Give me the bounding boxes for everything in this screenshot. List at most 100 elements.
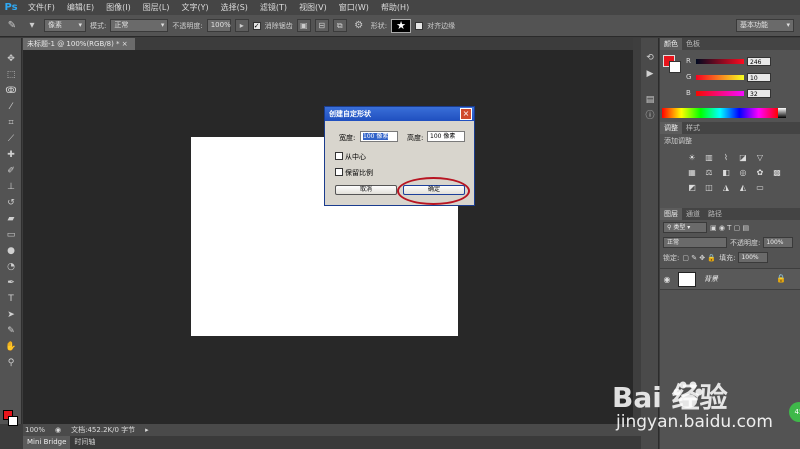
curves-icon[interactable]: ⌇ [720, 152, 732, 164]
posterize-icon[interactable]: ◫ [703, 182, 715, 194]
antialias-checkbox[interactable] [252, 21, 261, 30]
path-operations-button[interactable]: ▣ [296, 19, 311, 32]
path-arrangement-button[interactable]: ⧉ [332, 19, 347, 32]
vertical-scrollbar[interactable] [633, 38, 641, 424]
layer-row-background[interactable]: ◉ 背景 🔒 [660, 268, 800, 290]
height-input[interactable]: 100 像素 [427, 131, 465, 142]
tab-layers[interactable]: 图层 [660, 208, 682, 220]
hand-tool-icon[interactable]: ✋ [3, 340, 19, 354]
selective-color-icon[interactable]: ◭ [737, 182, 749, 194]
keep-ratio-checkbox[interactable] [335, 168, 343, 176]
tab-styles[interactable]: 样式 [682, 122, 704, 134]
quick-select-tool-icon[interactable]: ⁄ [3, 100, 19, 114]
menu-window[interactable]: 窗口(W) [333, 0, 375, 15]
color-lookup-icon[interactable]: ▩ [771, 167, 783, 179]
eraser-tool-icon[interactable]: ▰ [3, 212, 19, 226]
menu-edit[interactable]: 编辑(E) [61, 0, 100, 15]
close-icon[interactable]: × [460, 108, 472, 120]
menu-image[interactable]: 图像(I) [100, 0, 137, 15]
type-tool-icon[interactable]: T [3, 292, 19, 306]
custom-shape-tool-icon[interactable]: ✎ [3, 324, 19, 338]
tab-mini-bridge[interactable]: Mini Bridge [23, 436, 71, 449]
black-white-icon[interactable]: ◧ [720, 167, 732, 179]
pen-tool-icon[interactable]: ✒ [3, 276, 19, 290]
color-spectrum[interactable] [662, 108, 778, 118]
status-options-icon[interactable]: ◉ [55, 426, 61, 434]
info-panel-icon[interactable]: ⓘ [644, 110, 656, 122]
clone-stamp-tool-icon[interactable]: ⊥ [3, 180, 19, 194]
zoom-tool-icon[interactable]: ⚲ [3, 356, 19, 370]
threshold-icon[interactable]: ◮ [720, 182, 732, 194]
shape-picker[interactable]: ★ [391, 18, 412, 33]
custom-shape-tool-icon[interactable]: ✎ [4, 19, 20, 33]
exposure-icon[interactable]: ◪ [737, 152, 749, 164]
brightness-icon[interactable]: ☀ [686, 152, 698, 164]
crop-tool-icon[interactable]: ⌗ [3, 116, 19, 130]
chevron-down-icon[interactable]: ▾ [24, 19, 40, 33]
green-slider[interactable] [696, 74, 744, 80]
tab-swatches[interactable]: 色板 [682, 38, 704, 50]
photo-filter-icon[interactable]: ◎ [737, 167, 749, 179]
eyedropper-tool-icon[interactable]: ⟋ [3, 132, 19, 146]
gradient-tool-icon[interactable]: ▭ [3, 228, 19, 242]
path-alignment-button[interactable]: ⊟ [314, 19, 329, 32]
hue-saturation-icon[interactable]: ▦ [686, 167, 698, 179]
eye-icon[interactable]: ◉ [660, 275, 674, 284]
healing-brush-tool-icon[interactable]: ✚ [3, 148, 19, 162]
history-panel-icon[interactable]: ⟲ [644, 52, 656, 64]
gear-icon[interactable]: ⚙ [351, 19, 367, 33]
layer-opacity-input[interactable]: 100% [763, 237, 794, 248]
blue-slider[interactable] [696, 90, 744, 96]
menu-select[interactable]: 选择(S) [215, 0, 254, 15]
marquee-tool-icon[interactable]: ⬚ [3, 68, 19, 82]
menu-filter[interactable]: 滤镜(T) [254, 0, 293, 15]
from-center-checkbox[interactable] [335, 152, 343, 160]
grayscale-ramp[interactable] [778, 108, 786, 118]
history-brush-tool-icon[interactable]: ↺ [3, 196, 19, 210]
menu-view[interactable]: 视图(V) [293, 0, 333, 15]
menu-layer[interactable]: 图层(L) [137, 0, 176, 15]
move-tool-icon[interactable]: ✥ [3, 52, 19, 66]
vibrance-icon[interactable]: ▽ [754, 152, 766, 164]
fill-input[interactable]: 100% [738, 252, 769, 263]
align-edges-checkbox[interactable] [415, 21, 424, 30]
width-input[interactable]: 100 像素 [360, 131, 398, 142]
layer-name[interactable]: 背景 [704, 274, 718, 284]
red-slider[interactable] [696, 58, 744, 64]
channel-mixer-icon[interactable]: ✿ [754, 167, 766, 179]
document-tab[interactable]: 未标题-1 @ 100%(RGB/8) * × [23, 38, 135, 50]
path-select-tool-icon[interactable]: ➤ [3, 308, 19, 322]
workspace-dropdown[interactable]: 基本功能 ▾ [736, 19, 794, 32]
background-color-swatch[interactable] [8, 416, 18, 426]
layer-blend-dropdown[interactable]: 正常 [663, 237, 727, 248]
menu-type[interactable]: 文字(Y) [175, 0, 214, 15]
status-menu-arrow-icon[interactable]: ▸ [145, 426, 149, 434]
tab-paths[interactable]: 路径 [704, 208, 726, 220]
opacity-arrow-button[interactable]: ▸ [234, 19, 249, 32]
lasso-tool-icon[interactable]: ↂ [3, 84, 19, 98]
tab-channels[interactable]: 通道 [682, 208, 704, 220]
menu-file[interactable]: 文件(F) [22, 0, 61, 15]
dodge-tool-icon[interactable]: ◔ [3, 260, 19, 274]
blend-mode-dropdown[interactable]: 正常 ▾ [110, 19, 169, 32]
properties-panel-icon[interactable]: ▤ [644, 94, 656, 106]
menu-help[interactable]: 帮助(H) [375, 0, 415, 15]
color-balance-icon[interactable]: ⚖ [703, 167, 715, 179]
gradient-map-icon[interactable]: ▭ [754, 182, 766, 194]
brush-tool-icon[interactable]: ✐ [3, 164, 19, 178]
invert-icon[interactable]: ◩ [686, 182, 698, 194]
tool-mode-dropdown[interactable]: 像素 ▾ [44, 19, 86, 32]
color-panel-background-swatch[interactable] [669, 61, 681, 73]
red-value[interactable]: 246 [747, 56, 771, 66]
tab-adjustments[interactable]: 调整 [660, 122, 682, 134]
levels-icon[interactable]: ▥ [703, 152, 715, 164]
filter-icons[interactable]: ▣ ◉ T ▢ ▤ [710, 224, 749, 232]
green-value[interactable]: 10 [747, 72, 771, 82]
tab-color[interactable]: 颜色 [660, 38, 682, 50]
layer-filter-dropdown[interactable]: ⚲ 类型 ▾ [663, 222, 707, 233]
blue-value[interactable]: 32 [747, 88, 771, 98]
opacity-input[interactable]: 100% [206, 19, 231, 32]
zoom-level[interactable]: 100% [25, 426, 45, 434]
actions-panel-icon[interactable]: ▶ [644, 68, 656, 80]
tab-timeline[interactable]: 时间轴 [70, 436, 99, 449]
